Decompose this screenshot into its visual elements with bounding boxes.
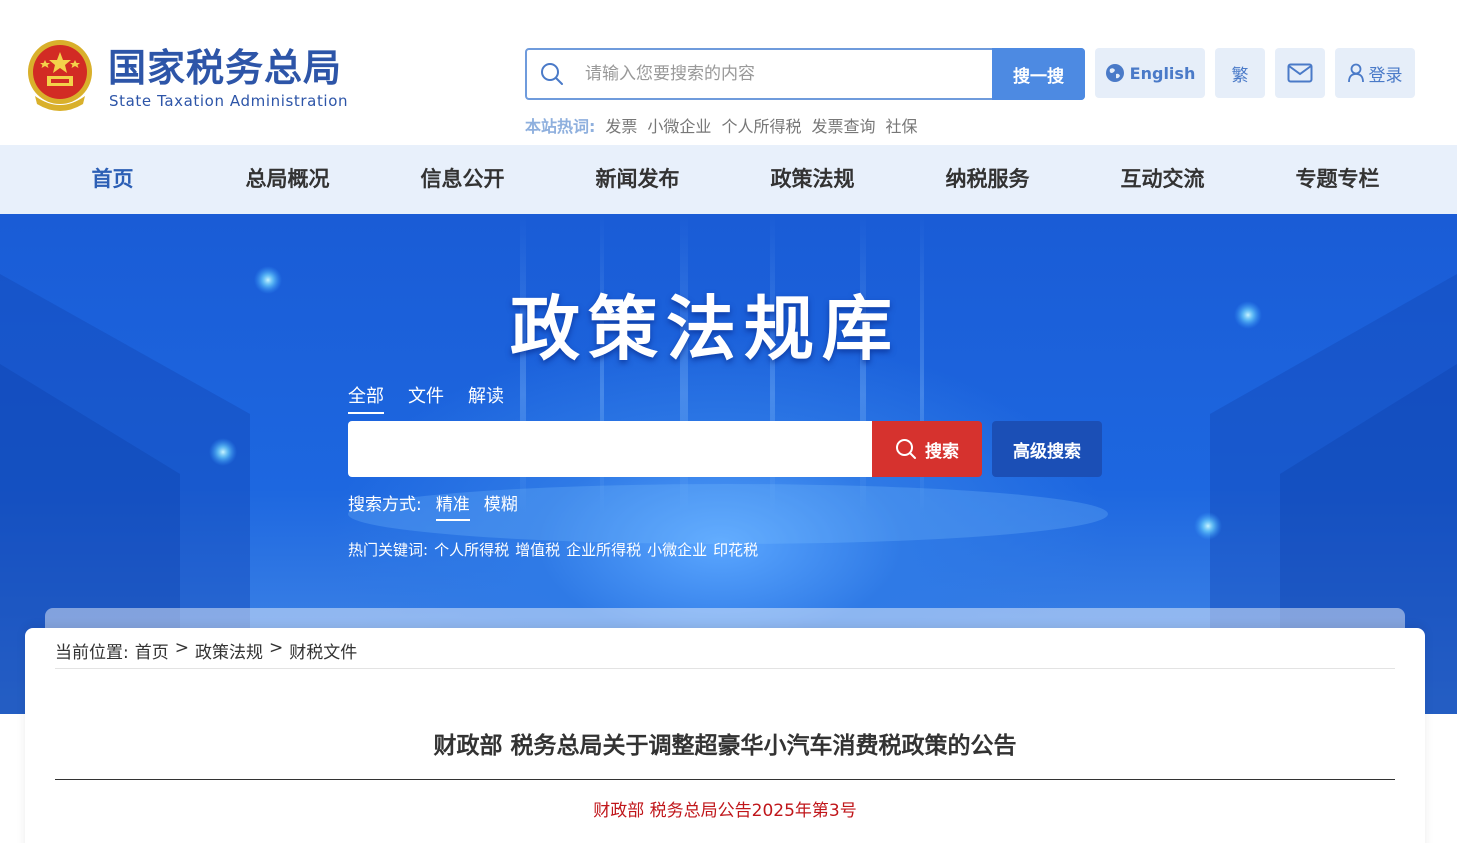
main-nav: 首页 总局概况 信息公开 新闻发布 政策法规 纳税服务 互动交流 专题专栏	[0, 145, 1457, 214]
tab-documents[interactable]: 文件	[408, 382, 444, 414]
banner-title: 政策法规库	[510, 287, 900, 370]
search-mode-label: 搜索方式:	[348, 495, 422, 515]
hot-word-link[interactable]: 发票查询	[811, 113, 875, 137]
site-search-input[interactable]	[585, 58, 985, 90]
nav-item-policy[interactable]: 政策法规	[725, 145, 900, 214]
tab-interpretation[interactable]: 解读	[468, 382, 504, 414]
mode-exact[interactable]: 精准	[435, 490, 470, 521]
tab-all[interactable]: 全部	[348, 382, 384, 414]
nav-item-disclosure[interactable]: 信息公开	[375, 145, 550, 214]
breadcrumb-tax-documents[interactable]: 财税文件	[289, 638, 357, 663]
search-icon	[541, 63, 563, 85]
nav-item-tax-service[interactable]: 纳税服务	[900, 145, 1075, 214]
document-number: 财政部 税务总局公告2025年第3号	[593, 801, 857, 821]
mail-button[interactable]	[1275, 48, 1325, 98]
traditional-label: 繁	[1231, 65, 1249, 86]
document-title: 财政部 税务总局关于调整超豪华小汽车消费税政策的公告	[433, 733, 1017, 759]
keyword-link[interactable]: 增值税	[515, 539, 560, 560]
breadcrumb-separator: >	[268, 638, 284, 658]
keyword-link[interactable]: 印花税	[713, 539, 758, 560]
english-label: English	[1129, 63, 1196, 83]
policy-search-input[interactable]	[348, 421, 874, 477]
login-button[interactable]: 登录	[1335, 48, 1415, 98]
keyword-link[interactable]: 小微企业	[647, 539, 707, 560]
traditional-chinese-button[interactable]: 繁	[1215, 48, 1265, 98]
site-search-box: 搜一搜	[525, 48, 1085, 100]
site-name-en: State Taxation Administration	[109, 92, 349, 110]
hot-word-link[interactable]: 发票	[605, 113, 637, 137]
nav-item-overview[interactable]: 总局概况	[200, 145, 375, 214]
breadcrumb-separator: >	[174, 638, 189, 658]
hot-keywords: 热门关键词: 个人所得税 增值税 企业所得税 小微企业 印花税	[348, 539, 758, 560]
keyword-link[interactable]: 个人所得税	[434, 539, 509, 560]
nav-item-topics[interactable]: 专题专栏	[1250, 145, 1425, 214]
breadcrumb-divider	[55, 668, 1395, 669]
search-scope-tabs: 全部 文件 解读	[348, 382, 504, 414]
site-header: 国家税务总局 State Taxation Administration 搜一搜…	[0, 0, 1457, 145]
search-mode-row: 搜索方式: 精准 模糊	[348, 490, 518, 521]
mail-icon	[1287, 63, 1313, 83]
nav-item-news[interactable]: 新闻发布	[550, 145, 725, 214]
hot-words: 本站热词: 发票 小微企业 个人所得税 发票查询 社保	[525, 113, 917, 137]
globe-icon	[1105, 64, 1124, 82]
site-search-button[interactable]: 搜一搜	[992, 48, 1085, 100]
nav-item-home[interactable]: 首页	[25, 145, 200, 214]
hot-word-link[interactable]: 个人所得税	[721, 113, 801, 137]
hot-word-link[interactable]: 小微企业	[647, 113, 711, 137]
title-divider	[55, 779, 1395, 780]
breadcrumb-label: 当前位置:	[55, 643, 129, 663]
login-label: 登录	[1368, 65, 1403, 86]
document-card: 当前位置: 首页 > 政策法规 > 财税文件 财政部 税务总局关于调整超豪华小汽…	[25, 628, 1425, 843]
breadcrumb-home[interactable]: 首页	[135, 638, 169, 663]
hot-word-link[interactable]: 社保	[885, 113, 917, 137]
hot-keywords-label: 热门关键词:	[348, 541, 429, 559]
search-icon	[896, 439, 916, 459]
english-button[interactable]: English	[1095, 48, 1205, 98]
breadcrumb: 当前位置: 首页 > 政策法规 > 财税文件	[55, 638, 357, 663]
policy-search-button[interactable]: 搜索	[872, 421, 982, 477]
advanced-search-button[interactable]: 高级搜索	[992, 421, 1102, 477]
nav-item-interaction[interactable]: 互动交流	[1075, 145, 1250, 214]
keyword-link[interactable]: 企业所得税	[566, 539, 641, 560]
breadcrumb-policy[interactable]: 政策法规	[195, 638, 263, 663]
mode-fuzzy[interactable]: 模糊	[484, 490, 518, 521]
site-name[interactable]: 国家税务总局	[108, 44, 342, 92]
policy-search-label: 搜索	[925, 441, 959, 462]
hot-words-label: 本站热词:	[525, 117, 596, 136]
national-emblem-icon[interactable]	[25, 38, 95, 112]
user-icon	[1347, 63, 1364, 83]
